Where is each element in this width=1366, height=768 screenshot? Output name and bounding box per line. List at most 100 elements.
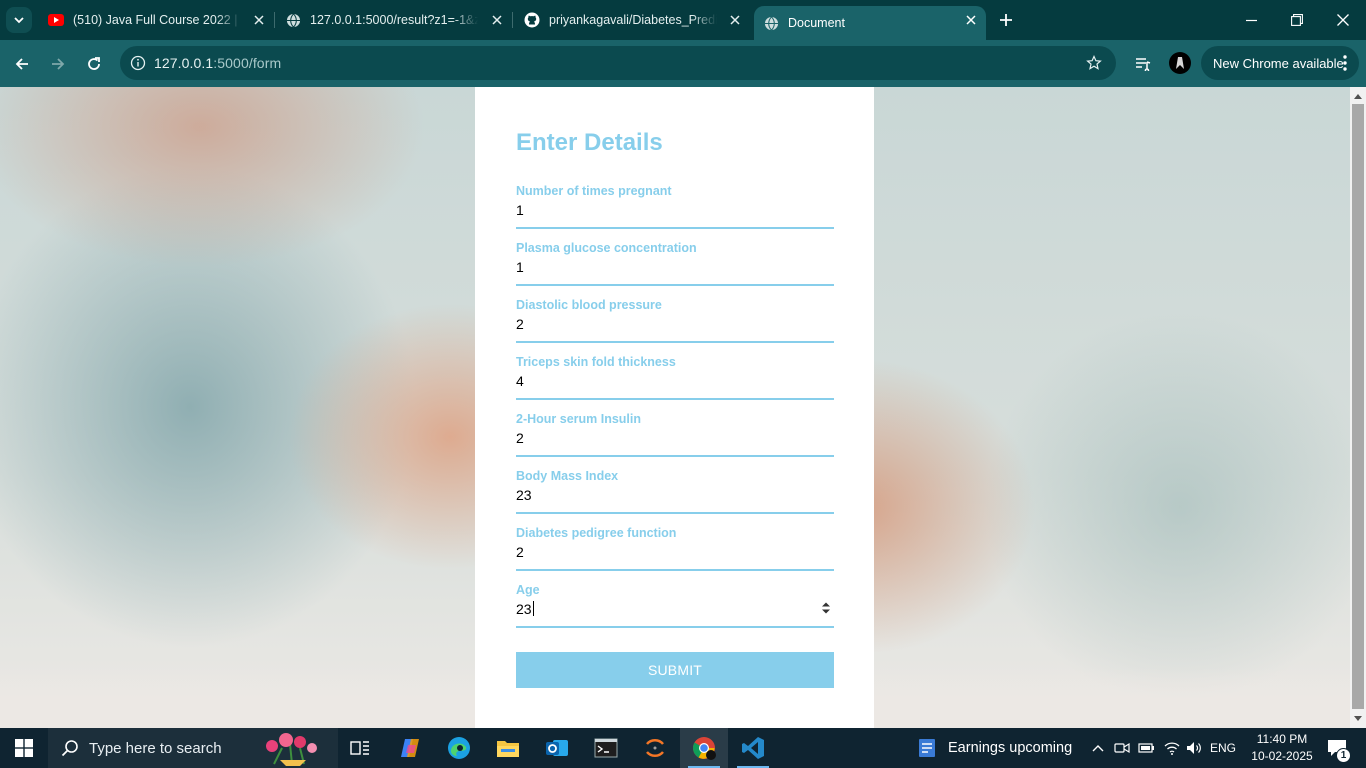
chrome-icon [693,737,716,760]
field-bmi[interactable]: Body Mass Index 23 [516,469,834,519]
news-label: Earnings upcoming [948,740,1073,756]
field-blood-pressure[interactable]: Diastolic blood pressure 2 [516,298,834,348]
notification-center-button[interactable]: 1 [1320,728,1354,768]
show-hidden-icons-button[interactable] [1088,728,1108,768]
terminal-app[interactable] [582,728,630,768]
news-widget[interactable]: Earnings upcoming [916,728,1076,768]
clock-time: 11:40 PM [1256,732,1308,746]
field-pregnancies[interactable]: Number of times pregnant 1 [516,184,834,234]
scroll-down-button[interactable] [1350,711,1366,727]
minimize-button[interactable] [1228,0,1274,40]
more-options-icon [1343,55,1347,71]
folder-icon [497,741,519,757]
field-input[interactable]: 2 [516,430,524,446]
tab-title: priyankagavali/Diabetes_Prediction [549,13,717,27]
field-label: Number of times pregnant [516,184,672,198]
browser-toolbar: 127.0.0.1:5000/form New Chrome available [0,40,1366,87]
close-icon[interactable] [728,13,742,27]
address-bar[interactable]: 127.0.0.1:5000/form [120,46,1116,80]
tab-youtube[interactable]: (510) Java Full Course 2022 | Java Tutor… [38,0,275,40]
close-window-button[interactable] [1320,0,1366,40]
tab-title: Document [788,16,845,30]
field-input[interactable]: 1 [516,259,524,275]
reading-list-button[interactable] [1129,50,1157,78]
windows-taskbar: Type here to search Earnings upcoming EN… [0,728,1366,768]
field-glucose[interactable]: Plasma glucose concentration 1 [516,241,834,291]
taskbar-search-box[interactable]: Type here to search [48,728,338,768]
arrow-left-icon [15,58,28,70]
bookmark-star-icon[interactable] [1086,55,1102,71]
outlook-icon [546,740,568,756]
chrome-app[interactable] [680,728,728,768]
meet-now-button[interactable] [1112,728,1132,768]
field-skin-thickness[interactable]: Triceps skin fold thickness 4 [516,355,834,405]
field-insulin[interactable]: 2-Hour serum Insulin 2 [516,412,834,462]
tab-github[interactable]: priyankagavali/Diabetes_Prediction [514,0,750,40]
scroll-up-button[interactable] [1350,88,1366,104]
news-icon [919,739,935,757]
network-indicator[interactable] [1161,728,1183,768]
restore-icon [1291,14,1303,26]
field-label: Age [516,583,540,597]
field-input[interactable]: 23 [516,487,532,503]
start-button[interactable] [0,728,48,768]
field-input[interactable]: 2 [516,316,524,332]
close-icon[interactable] [964,13,978,27]
battery-icon [1137,743,1154,753]
task-view-button[interactable] [336,728,384,768]
url-text: 127.0.0.1:5000/form [154,55,281,71]
field-label: Triceps skin fold thickness [516,355,676,369]
field-underline [516,227,834,229]
field-underline [516,626,834,628]
taskbar-clock[interactable]: 11:40 PM 10-02-2025 [1248,731,1316,765]
reload-button[interactable] [80,50,108,78]
back-button[interactable] [8,50,36,78]
close-icon[interactable] [252,13,266,27]
terminal-icon [594,738,618,758]
flowers-icon [266,733,317,766]
update-label: New Chrome available [1213,55,1344,71]
restore-button[interactable] [1274,0,1320,40]
arrow-right-icon [52,58,65,70]
copilot-app[interactable] [386,728,434,768]
submit-button[interactable]: SUBMIT [516,652,834,688]
language-indicator[interactable]: ENG [1208,728,1238,768]
field-input[interactable]: 1 [516,202,524,218]
update-chrome-button[interactable]: New Chrome available [1201,46,1359,80]
triangle-down-icon [1354,716,1362,721]
tab-title: (510) Java Full Course 2022 | Java Tutor… [73,13,241,27]
edge-app[interactable] [435,728,483,768]
volume-indicator[interactable] [1184,728,1206,768]
globe-icon [286,13,301,27]
url-path: :5000/form [213,55,282,71]
tab-result[interactable]: 127.0.0.1:5000/result?z1=-1&z2=0 [276,0,513,40]
profile-avatar[interactable] [1169,52,1191,74]
info-icon[interactable] [130,55,146,71]
search-icon [61,740,78,757]
plus-icon [1000,14,1012,26]
field-label: Body Mass Index [516,469,619,483]
number-spinner-icon[interactable] [820,601,832,615]
file-explorer-app[interactable] [484,728,532,768]
new-tab-button[interactable] [996,10,1016,30]
tab-document[interactable]: Document [754,6,986,40]
page-viewport: Enter Details Number of times pregnant 1… [0,87,1350,728]
globe-icon [764,16,779,30]
field-input[interactable]: 2 [516,544,524,560]
field-pedigree[interactable]: Diabetes pedigree function 2 [516,526,834,576]
field-label: Diastolic blood pressure [516,298,662,312]
battery-indicator[interactable] [1136,728,1156,768]
vscode-app[interactable] [729,728,777,768]
forward-button[interactable] [44,50,72,78]
outlook-app[interactable] [533,728,581,768]
field-input[interactable]: 4 [516,373,524,389]
field-input[interactable]: 23 [516,601,534,617]
jupyter-app[interactable] [631,728,679,768]
minimize-icon [1245,19,1257,21]
form-card: Enter Details Number of times pregnant 1… [475,87,874,728]
close-icon[interactable] [490,13,504,27]
wifi-icon [1164,742,1180,755]
tab-search-button[interactable] [6,7,32,33]
field-age[interactable]: Age 23 [516,583,834,633]
scrollbar-thumb[interactable] [1352,104,1364,709]
